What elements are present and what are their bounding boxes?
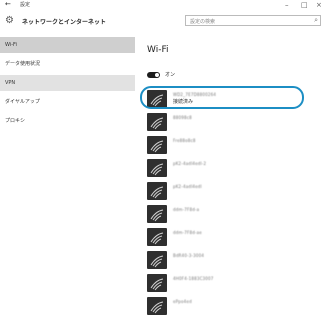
network-name: ePpo4ed (173, 299, 192, 304)
network-name: BdR40-3-3004 (173, 253, 205, 258)
network-item[interactable]: Fre88o8c8 (147, 136, 297, 154)
wifi-signal-icon (147, 159, 167, 177)
search-icon[interactable]: ⌕ (314, 16, 318, 25)
maximize-button[interactable]: □ (301, 0, 308, 10)
network-name: ddm-7F8d-ae (173, 230, 202, 235)
search-input[interactable]: 設定の検索 ⌕ (185, 15, 321, 26)
wifi-signal-icon (147, 113, 167, 131)
connected-network-highlight (140, 86, 304, 109)
network-item[interactable]: pK2-4adl4edl (147, 182, 297, 200)
network-item[interactable]: ePpo4ed (147, 297, 297, 315)
search-placeholder: 設定の検索 (190, 19, 216, 25)
minimize-button[interactable]: – (285, 0, 289, 10)
wifi-signal-icon (147, 228, 167, 246)
wifi-signal-icon (147, 251, 167, 269)
gear-icon: ⚙ (5, 15, 14, 26)
window-title: 設定 (20, 2, 31, 8)
network-item[interactable]: BdR40-3-3004 (147, 251, 297, 269)
network-name: Fre88o8c8 (173, 138, 196, 143)
main-pane: Wi-Fi オン WD2_7E7D8800264 接続済み 88098c8 Fr… (135, 37, 324, 319)
network-item[interactable]: 88098c8 (147, 113, 297, 131)
title-bar: ← 設定 – □ × (0, 0, 324, 12)
close-button[interactable]: × (316, 0, 322, 10)
network-item[interactable]: pK2-4adl4edl-2 (147, 159, 297, 177)
back-arrow-icon[interactable]: ← (5, 0, 11, 8)
sidebar-item-data-usage[interactable]: データ使用状況 (0, 56, 135, 72)
wifi-signal-icon (147, 182, 167, 200)
page-title: ネットワークとインターネット (22, 19, 107, 26)
sidebar-item-dialup[interactable]: ダイヤルアップ (0, 94, 135, 110)
network-name: 4H0F4-1883C3007 (173, 276, 214, 281)
network-item[interactable]: 4H0F4-1883C3007 (147, 274, 297, 292)
network-name: 88098c8 (173, 115, 192, 120)
sidebar-item-vpn[interactable]: VPN (0, 75, 135, 91)
wifi-signal-icon (147, 136, 167, 154)
section-title: Wi-Fi (147, 45, 169, 55)
network-name: pK2-4adl4edl-2 (173, 161, 207, 166)
sidebar: Wi-Fi データ使用状況 VPN ダイヤルアップ プロキシ (0, 37, 135, 319)
network-item[interactable]: ddm-7F8d-ae (147, 228, 297, 246)
wifi-signal-icon (147, 274, 167, 292)
network-name: ddm-7F8d-a (173, 207, 200, 212)
network-item[interactable]: ddm-7F8d-a (147, 205, 297, 223)
sidebar-item-wifi[interactable]: Wi-Fi (0, 37, 135, 53)
page-header: ⚙ ネットワークとインターネット 設定の検索 ⌕ (0, 12, 324, 32)
wifi-toggle-label: オン (165, 72, 176, 78)
wifi-signal-icon (147, 205, 167, 223)
network-name: pK2-4adl4edl (173, 184, 202, 189)
wifi-signal-icon (147, 297, 167, 315)
wifi-toggle[interactable] (147, 72, 160, 78)
sidebar-item-proxy[interactable]: プロキシ (0, 113, 135, 129)
